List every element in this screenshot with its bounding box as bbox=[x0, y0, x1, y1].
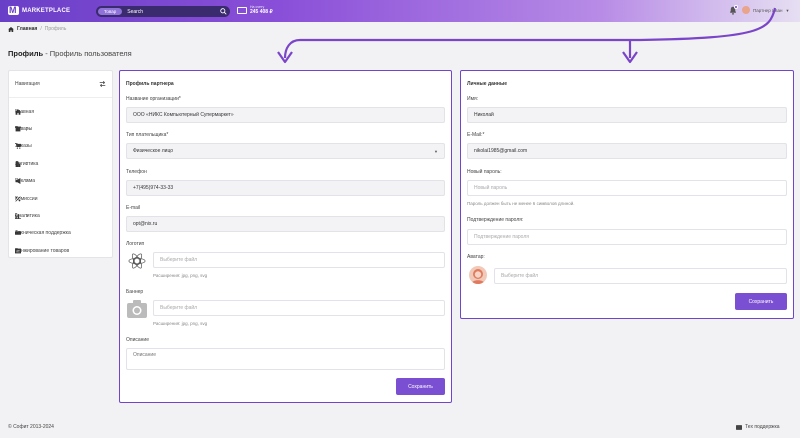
breadcrumb-current: Профиль bbox=[44, 26, 67, 32]
org-name-field[interactable]: ООО «НИКС Компьютерный Супермаркет» bbox=[126, 107, 445, 123]
description-textarea[interactable] bbox=[126, 348, 445, 370]
phone-label: Телефон bbox=[126, 169, 147, 175]
user-name: Партнер Иван bbox=[753, 7, 783, 13]
breadcrumb: Главная / Профиль bbox=[8, 26, 66, 32]
swap-icon[interactable] bbox=[99, 81, 106, 87]
email-label: E-mail bbox=[126, 205, 141, 211]
sidebar-nav: Главная Товары › Заказы Логистика › Реклам… bbox=[9, 98, 112, 260]
card-title: Личные данные bbox=[467, 81, 507, 87]
avatar-label: Аватар: bbox=[467, 254, 485, 260]
sidebar-item-ranking[interactable]: Ранжирование товаров bbox=[9, 242, 112, 259]
top-header: MARKETPLACE Товар Search На счету 245 40… bbox=[0, 0, 800, 22]
personal-email-label: E-Mail:* bbox=[467, 132, 485, 138]
banner-file-input[interactable]: Выберите файл bbox=[153, 300, 445, 316]
avatar bbox=[742, 6, 750, 14]
wallet-balance[interactable]: На счету 245 408 ₽ bbox=[237, 5, 273, 15]
banner-label: Баннер bbox=[126, 289, 144, 295]
search-category-pill[interactable]: Товар bbox=[98, 8, 123, 15]
logo-text: MARKETPLACE bbox=[22, 7, 71, 14]
wallet-icon bbox=[237, 6, 247, 14]
home-icon bbox=[8, 26, 14, 32]
sidebar-item-label: Комиссии bbox=[15, 195, 38, 202]
page-title-bold: Профиль bbox=[8, 49, 44, 58]
name-field[interactable]: Николай bbox=[467, 107, 787, 123]
avatar-preview bbox=[469, 266, 487, 284]
new-password-label: Новый пароль: bbox=[467, 169, 502, 175]
sidebar-item-home[interactable]: Главная bbox=[9, 103, 112, 120]
sidebar-item-label: Техническая поддержка bbox=[15, 230, 71, 237]
phone-field[interactable]: +7(495)974-33-33 bbox=[126, 180, 445, 196]
search-bar[interactable]: Товар Search bbox=[96, 6, 230, 17]
page-title-rest: - Профиль пользователя bbox=[43, 49, 132, 58]
footer-copyright: © Софит 2013-2024 bbox=[8, 424, 54, 430]
banner-hint: Расширения: jpg, png, svg bbox=[153, 321, 208, 326]
logo-label: Логотип bbox=[126, 241, 145, 247]
sidebar-item-logistics[interactable]: Логистика › bbox=[9, 155, 112, 172]
password-hint: Пароль должен быть не менее 6 символов д… bbox=[467, 201, 575, 206]
logo-file-input[interactable]: Выберите файл bbox=[153, 252, 445, 268]
chevron-down-icon: ▼ bbox=[434, 148, 438, 154]
partner-profile-card: Профиль партнера Название организации* О… bbox=[119, 70, 452, 403]
sidebar-title: Навигация bbox=[15, 81, 40, 87]
save-button[interactable]: Сохранить bbox=[396, 378, 445, 395]
sidebar-item-label: Логистика bbox=[15, 160, 39, 167]
notification-badge bbox=[734, 5, 738, 9]
sidebar-item-label: Заказы bbox=[15, 143, 32, 150]
breadcrumb-separator: / bbox=[40, 26, 42, 32]
support-icon bbox=[736, 424, 742, 430]
payer-type-label: Тип плательщика* bbox=[126, 132, 169, 138]
logo-mark-icon bbox=[8, 5, 19, 15]
card-title: Профиль партнера bbox=[126, 81, 174, 87]
sidebar-item-analytics[interactable]: Аналитика › bbox=[9, 207, 112, 224]
sidebar-item-label: Реклама bbox=[15, 178, 36, 185]
sidebar: Навигация Главная Товары › Заказы Логисти… bbox=[8, 70, 113, 258]
page-title: Профиль - Профиль пользователя bbox=[8, 49, 132, 58]
save-personal-button[interactable]: Сохранить bbox=[735, 293, 787, 310]
description-label: Описание bbox=[126, 337, 150, 343]
personal-data-card: Личные данные Имя: Николай E-Mail:* niko… bbox=[460, 70, 794, 319]
logo-preview-icon bbox=[128, 253, 146, 269]
sidebar-item-label: Главная bbox=[15, 108, 35, 115]
camera-icon bbox=[127, 300, 147, 318]
email-field[interactable]: opt@nix.ru bbox=[126, 216, 445, 232]
search-input[interactable]: Search bbox=[127, 9, 220, 15]
breadcrumb-home[interactable]: Главная bbox=[17, 26, 37, 32]
search-icon[interactable] bbox=[220, 8, 227, 15]
sidebar-item-orders[interactable]: Заказы bbox=[9, 138, 112, 155]
sidebar-item-label: Ранжирование товаров bbox=[15, 247, 70, 254]
person-icon bbox=[471, 269, 485, 284]
sidebar-item-ads[interactable]: Реклама › bbox=[9, 173, 112, 190]
logo-hint: Расширения: jpg, png, svg bbox=[153, 273, 208, 278]
sidebar-header: Навигация bbox=[9, 71, 112, 98]
footer-support-link[interactable]: Тех поддержка bbox=[736, 424, 780, 430]
sidebar-item-support[interactable]: Техническая поддержка bbox=[9, 225, 112, 242]
sidebar-item-label: Аналитика bbox=[15, 213, 40, 220]
wallet-value: 245 408 ₽ bbox=[250, 9, 273, 15]
payer-type-select[interactable]: Физическое лицо ▼ bbox=[126, 143, 445, 159]
new-password-field[interactable]: Новый пароль bbox=[467, 180, 787, 196]
sidebar-item-label: Товары bbox=[15, 126, 33, 133]
personal-email-field[interactable]: nikolai1985@gmail.com bbox=[467, 143, 787, 159]
footer-support-label: Тех поддержка bbox=[745, 424, 780, 430]
sidebar-item-products[interactable]: Товары › bbox=[9, 120, 112, 137]
sidebar-item-commissions[interactable]: Комиссии bbox=[9, 190, 112, 207]
chevron-down-icon: ▼ bbox=[785, 7, 790, 13]
confirm-password-field[interactable]: Подтверждение пароля bbox=[467, 229, 787, 245]
payer-type-value: Физическое лицо bbox=[133, 148, 174, 154]
wallet-label: На счету bbox=[250, 5, 265, 9]
confirm-password-label: Подтверждение пароля: bbox=[467, 217, 524, 223]
org-label: Название организации* bbox=[126, 96, 181, 102]
logo[interactable]: MARKETPLACE bbox=[8, 5, 71, 15]
name-label: Имя: bbox=[467, 96, 479, 102]
user-menu[interactable]: Партнер Иван ▼ bbox=[742, 6, 789, 14]
avatar-file-input[interactable]: Выберите файл bbox=[494, 268, 787, 284]
